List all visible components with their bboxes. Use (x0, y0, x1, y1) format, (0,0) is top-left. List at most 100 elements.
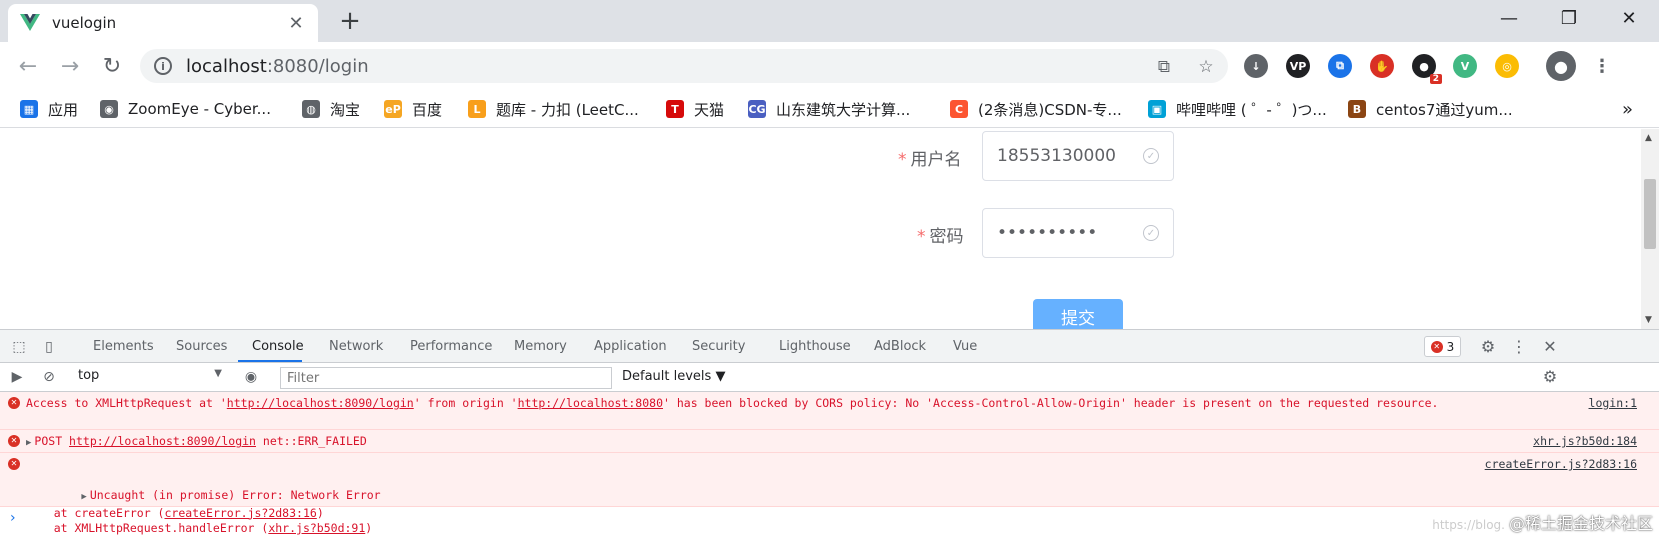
close-window-button[interactable]: ✕ (1601, 0, 1657, 36)
bookmark-item[interactable]: CG 山东建筑大学计算... (748, 99, 910, 119)
translate-icon[interactable]: ⧉ (1154, 57, 1174, 77)
live-expression-eye-icon[interactable]: ◉ (242, 368, 260, 386)
bookmark-favicon-icon: CG (748, 100, 766, 118)
console-output: ✕ Access to XMLHttpRequest at 'http://lo… (0, 392, 1659, 535)
bookmark-item[interactable]: ◍ 淘宝 (302, 99, 360, 119)
bookmark-item[interactable]: T 天猫 (666, 99, 724, 119)
error-icon: ✕ (8, 458, 20, 470)
console-error-cors: ✕ Access to XMLHttpRequest at 'http://lo… (0, 392, 1659, 430)
watermark: https://blog. @稀土掘金技术社区 (1432, 510, 1653, 534)
ext-badge-icon[interactable]: ● 2 (1412, 54, 1442, 84)
profile-avatar-icon[interactable]: ● (1546, 51, 1576, 81)
console-filter-input[interactable] (280, 367, 612, 389)
tab-application[interactable]: Application (594, 339, 667, 354)
devtools-close-icon[interactable]: ✕ (1541, 338, 1559, 356)
tab-lighthouse[interactable]: Lighthouse (779, 339, 851, 354)
tab-network[interactable]: Network (329, 339, 383, 354)
chrome-ext-icon[interactable]: ◎ (1495, 54, 1519, 78)
bookmark-item[interactable]: L 题库 - 力扣 (LeetC... (468, 99, 639, 119)
scrollbar-thumb[interactable] (1644, 179, 1656, 249)
bookmark-item[interactable]: eP 百度 (384, 99, 442, 119)
copy-ext-icon[interactable]: ⧉ (1328, 54, 1352, 78)
scroll-down-icon[interactable]: ▼ (1645, 315, 1652, 325)
tab-vue[interactable]: Vue (953, 339, 977, 354)
msg-link[interactable]: http://localhost:8090/login (69, 434, 256, 448)
site-info-icon[interactable]: i (154, 57, 172, 75)
back-button[interactable]: ← (12, 50, 44, 82)
bookmark-favicon-icon: C (950, 100, 968, 118)
bookmark-item[interactable]: ▦ 应用 (20, 99, 78, 119)
url-host: localhost (186, 55, 267, 77)
bookmark-favicon-icon: eP (384, 100, 402, 118)
msg-source-link[interactable]: createError.js?2d83:16 (1485, 457, 1637, 473)
scroll-up-icon[interactable]: ▲ (1645, 133, 1652, 143)
msg-link[interactable]: http://localhost:8080 (518, 396, 663, 410)
bookmark-label: ZoomEye - Cyber... (128, 100, 271, 118)
bookmark-item[interactable]: ▣ 哔哩哔哩 ( ゜- ゜)つ... (1148, 99, 1327, 119)
inspect-element-icon[interactable]: ⬚ (10, 338, 28, 356)
reload-icon: ↻ (102, 53, 122, 79)
username-input[interactable]: 18553130000 ✓ (982, 131, 1174, 181)
bookmark-item[interactable]: C (2条消息)CSDN-专... (950, 99, 1122, 119)
tab-vuelogin[interactable]: vuelogin ✕ (8, 4, 318, 42)
bookmark-item[interactable]: ◉ ZoomEye - Cyber... (100, 99, 271, 119)
vp-icon[interactable]: VP (1286, 54, 1310, 78)
error-count-badge[interactable]: ✕ 3 (1424, 336, 1461, 357)
tab-memory[interactable]: Memory (514, 339, 567, 354)
device-toolbar-icon[interactable]: ▯ (40, 338, 58, 356)
bookmark-favicon-icon: ◉ (100, 100, 118, 118)
reload-button[interactable]: ↻ (96, 50, 128, 82)
address-bar[interactable]: i localhost:8080/login ⧉ ☆ (140, 49, 1228, 83)
browser-window: vuelogin ✕ + — ❐ ✕ ← → ↻ i localhost:808… (0, 0, 1659, 538)
context-value: top (78, 368, 100, 383)
console-error-post[interactable]: ✕ ▶ POST http://localhost:8090/login net:… (0, 430, 1659, 453)
page-scrollbar[interactable]: ▲ ▼ (1641, 129, 1659, 329)
bookmarks-more-button[interactable]: » (1622, 99, 1633, 120)
tab-console[interactable]: Console (252, 339, 304, 354)
console-settings-icon[interactable]: ⚙ (1541, 368, 1559, 386)
msg-link[interactable]: http://localhost:8090/login (227, 396, 414, 410)
log-levels-dropdown[interactable]: Default levels ▼ (622, 369, 725, 384)
tab-sources[interactable]: Sources (176, 339, 227, 354)
bookmark-star-icon[interactable]: ☆ (1196, 57, 1216, 77)
restore-button[interactable]: ❐ (1541, 0, 1597, 36)
caret-down-icon: ▼ (214, 368, 222, 379)
msg-source-link[interactable]: login:1 (1589, 396, 1637, 412)
download-icon[interactable]: ↓ (1244, 54, 1268, 78)
context-select[interactable]: top ▼ (78, 368, 226, 388)
valid-check-icon: ✓ (1143, 148, 1159, 164)
tab-adblock[interactable]: AdBlock (874, 339, 926, 354)
page-content: * 用户名 18553130000 ✓ * 密码 •••••••••• ✓ 提交 ▲… (0, 129, 1659, 329)
msg-source-link[interactable]: xhr.js?b50d:184 (1533, 434, 1637, 450)
new-tab-button[interactable]: + (336, 8, 364, 36)
msg-text: net::ERR_FAILED (255, 434, 367, 448)
tab-close-icon[interactable]: ✕ (286, 13, 306, 34)
bookmark-label: 应用 (48, 100, 79, 119)
vue-devtools-icon[interactable]: V (1453, 54, 1477, 78)
password-input[interactable]: •••••••••• ✓ (982, 208, 1174, 258)
devtools-settings-icon[interactable]: ⚙ (1479, 338, 1497, 356)
tab-performance[interactable]: Performance (410, 339, 492, 354)
bookmark-label: 百度 (412, 100, 443, 119)
console-error-uncaught[interactable]: ✕ ▶ Uncaught (in promise) Error: Network … (0, 453, 1659, 535)
console-filterbar: ▶ ⊘ top ▼ ◉ Default levels ▼ ⚙ (0, 363, 1659, 392)
extension-badge: 2 (1429, 74, 1442, 84)
devtools-menu-icon[interactable]: ⋮ (1510, 338, 1528, 356)
expand-triangle-icon[interactable]: ▶ (81, 492, 86, 502)
msg-text: Access to XMLHttpRequest at ' (26, 396, 227, 410)
submit-button[interactable]: 提交 (1033, 299, 1123, 329)
extensions-puzzle-icon[interactable]: ⋮ (1590, 54, 1614, 78)
minimize-button[interactable]: — (1481, 0, 1537, 36)
tab-elements[interactable]: Elements (93, 339, 154, 354)
bookmark-item[interactable]: Bcentos7通过yum... (1348, 99, 1513, 119)
tab-security[interactable]: Security (692, 339, 745, 354)
password-label: * 密码 (917, 222, 964, 247)
sidebar-toggle-icon[interactable]: ▶ (8, 368, 26, 386)
expand-triangle-icon[interactable]: ▶ (26, 438, 31, 448)
clear-console-icon[interactable]: ⊘ (40, 368, 58, 386)
adblock-icon[interactable]: ✋ (1370, 54, 1394, 78)
url-text[interactable]: localhost:8080/login (186, 56, 369, 77)
required-mark: * (917, 227, 926, 247)
console-prompt[interactable]: › (0, 507, 1659, 529)
forward-button[interactable]: → (54, 50, 86, 82)
